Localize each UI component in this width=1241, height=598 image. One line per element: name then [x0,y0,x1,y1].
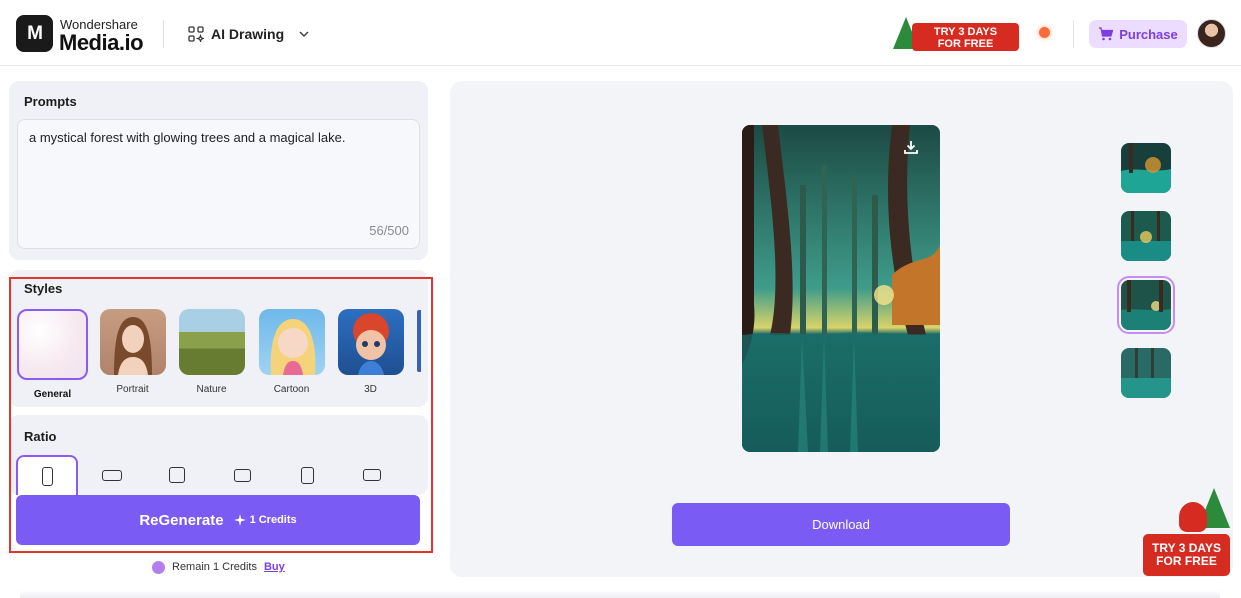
ratio-option-portrait-tall[interactable] [16,455,78,495]
prompt-text: a mystical forest with glowing trees and… [29,130,346,145]
ratio-portrait-icon [300,466,314,484]
promo-tag: TRY 3 DAYS FOR FREE [912,23,1019,51]
style-portrait-thumbnail [99,309,166,375]
ratio-title: Ratio [24,429,57,444]
regenerate-label: ReGenerate [139,511,224,529]
download-button[interactable]: Download [672,503,1010,546]
forest-lake-image [742,125,940,452]
free-trial-promo-widget[interactable]: TRY 3 DAYS FOR FREE [1143,488,1231,578]
style-nature-thumbnail [178,309,245,375]
santa-icon [1179,502,1207,532]
forest-thumbnail-3 [1121,280,1171,330]
result-thumbnail[interactable] [1121,211,1171,261]
forest-thumbnail-1 [1121,143,1171,193]
ratio-wide-icon [102,469,122,481]
style-3d-thumbnail [337,309,404,375]
header-divider [1073,20,1074,48]
styles-panel: Styles General Portrait Nature Cartoon 3… [9,270,428,407]
style-cartoon-thumbnail [258,309,325,375]
credit-coin-icon [152,560,165,574]
buy-credits-link[interactable]: Buy [264,561,285,573]
user-avatar[interactable] [1197,19,1226,48]
prompt-textarea[interactable]: a mystical forest with glowing trees and… [17,119,420,249]
style-label: Nature [196,384,227,395]
style-nature[interactable]: Nature [176,309,247,395]
ratio-panel: Ratio [9,415,428,495]
forest-thumbnail-4 [1121,348,1171,398]
image-download-icon[interactable] [899,135,923,159]
style-cartoon[interactable]: Cartoon [256,309,327,395]
apps-grid-icon [188,26,204,42]
purchase-button[interactable]: Purchase [1089,20,1187,48]
ratio-option-landscape-wide[interactable] [341,455,403,495]
style-more-thumbnail[interactable] [417,310,421,372]
style-portrait[interactable]: Portrait [97,309,168,395]
brand-product[interactable]: Media.io [59,30,144,56]
style-general[interactable]: General [17,309,88,400]
style-label: Cartoon [273,384,310,395]
ratio-option-square[interactable] [146,455,208,495]
ratio-landscape-icon [233,468,251,482]
chevron-down-icon [299,31,309,38]
cartoon-girl-icon [270,319,315,375]
tool-switcher-label: AI Drawing [211,26,285,42]
result-thumbnail[interactable] [1121,143,1171,193]
ratio-portrait-icon [41,466,53,486]
promo-line1: TRY 3 DAYS [933,26,998,38]
free-trial-promo-banner[interactable]: TRY 3 DAYS FOR FREE [893,17,1020,53]
remaining-credits: Remain 1 Credits Buy [152,559,285,575]
remaining-credits-text: Remain 1 Credits [172,561,257,573]
cart-icon [1099,27,1114,41]
prompts-panel: Prompts a mystical forest with glowing t… [9,81,428,260]
top-header: M Wondershare Media.io AI Drawing TRY 3 … [0,0,1241,66]
style-3d[interactable]: 3D [335,309,406,395]
ratio-landscape-wide-icon [363,469,381,481]
ratio-option-landscape[interactable] [211,455,273,495]
prompts-title: Prompts [24,94,77,109]
ratio-option-wide[interactable] [81,455,143,495]
ratio-option-portrait[interactable] [276,455,338,495]
ratio-square-icon [169,467,185,483]
prompt-char-count: 56/500 [369,223,409,238]
promo-line2: FOR FREE [1156,554,1217,568]
style-label: Portrait [116,384,149,395]
3d-character-icon [352,313,389,375]
sparkle-icon [233,514,246,526]
purchase-label: Purchase [1119,26,1178,42]
regenerate-button[interactable]: ReGenerate 1 Credits [16,495,420,545]
result-thumbnail-selected[interactable] [1117,276,1175,334]
page-bottom-edge [20,590,1220,598]
style-label: 3D [364,384,377,395]
notification-dot-icon[interactable] [1039,27,1050,38]
generated-image[interactable] [742,125,940,452]
regenerate-credit-count: 1 Credits [249,514,297,526]
portrait-figure-icon [113,317,152,375]
regenerate-credits: 1 Credits [233,514,297,526]
result-thumbnail[interactable] [1121,348,1171,398]
styles-title: Styles [24,281,63,296]
promo-tag: TRY 3 DAYS FOR FREE [1143,534,1230,576]
promo-line2: FOR FREE [937,38,994,50]
media-io-logo[interactable]: M [16,15,53,52]
style-label: General [33,389,72,400]
style-general-thumbnail [17,309,88,380]
forest-thumbnail-2 [1121,211,1171,261]
tool-switcher-dropdown[interactable]: AI Drawing [188,22,311,46]
header-divider [163,20,164,48]
